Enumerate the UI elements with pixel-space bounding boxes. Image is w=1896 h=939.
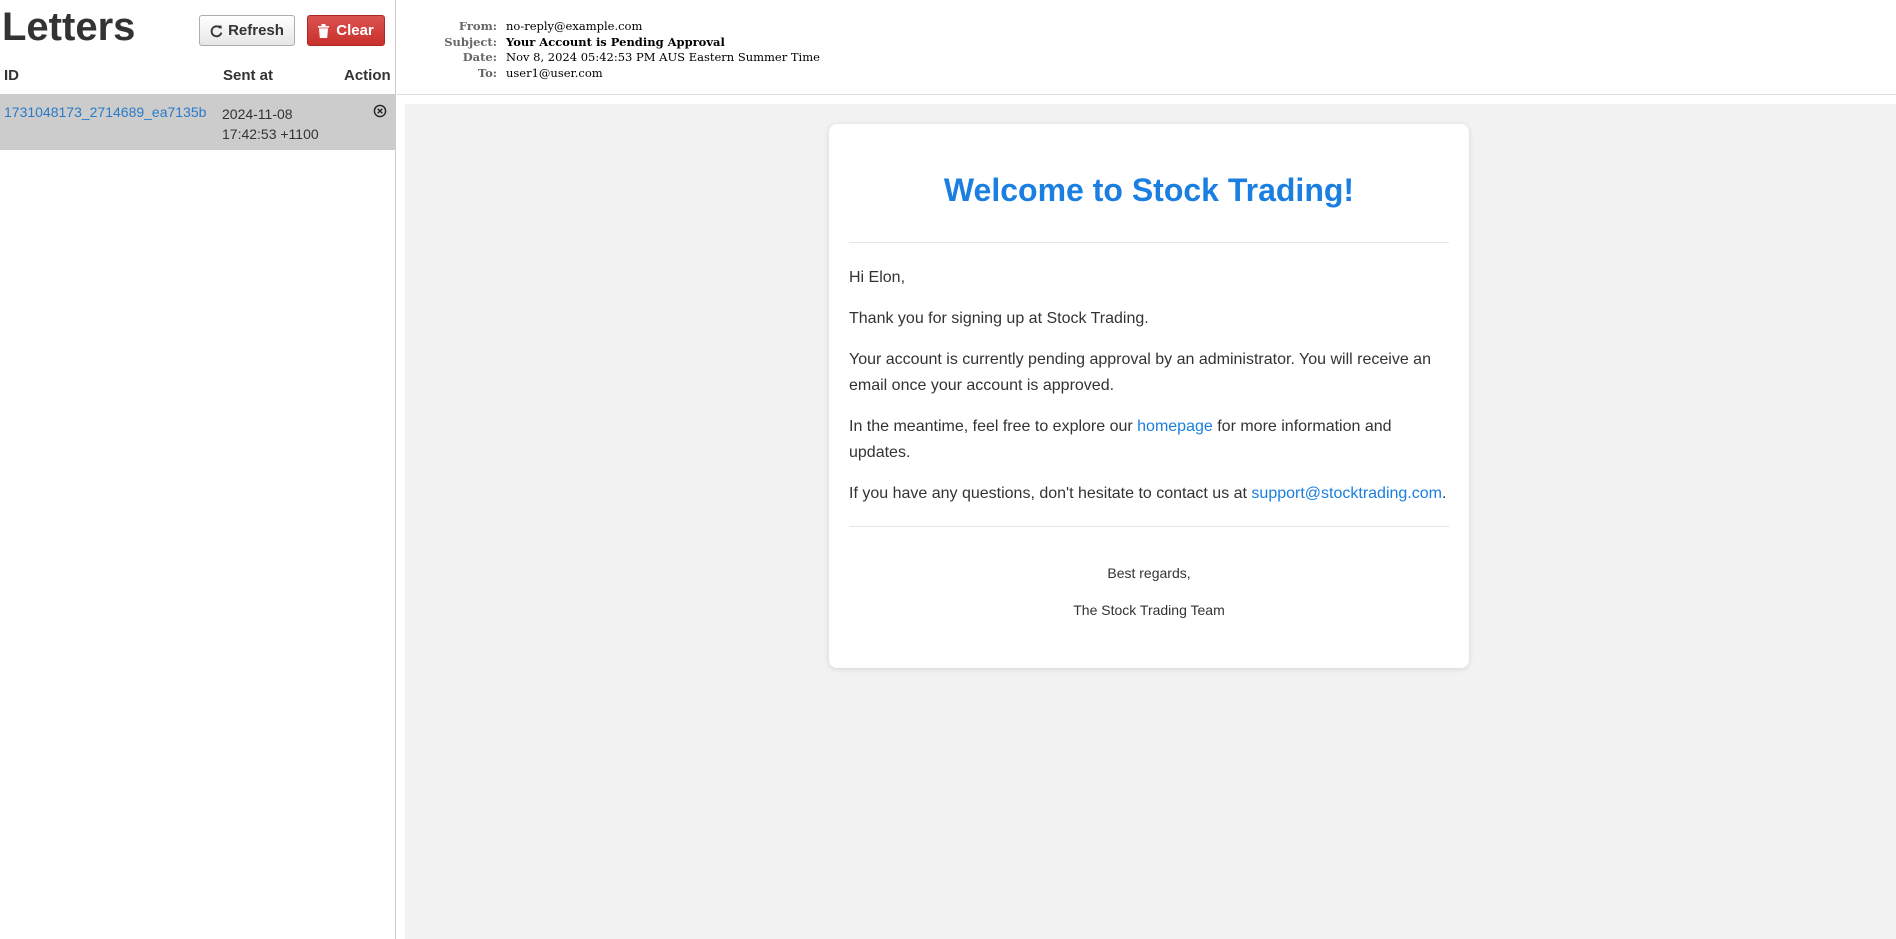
column-header-id: ID (4, 67, 19, 84)
column-header-sent-at: Sent at (223, 67, 274, 84)
email-headers: From: no-reply@example.com Subject: Your… (397, 0, 1896, 95)
header-date-label: Date: (462, 50, 497, 64)
letter-id-link[interactable]: 1731048173_2714689_ea7135b (4, 104, 206, 120)
email-paragraph-4-text: If you have any questions, don't hesitat… (849, 485, 1252, 502)
email-paragraph-1: Thank you for signing up at Stock Tradin… (849, 310, 1149, 327)
email-sign-off: Best regards, (1107, 565, 1191, 581)
email-paragraph-4-tail: . (1441, 485, 1447, 502)
email-paragraph-2: Your account is currently pending approv… (849, 351, 1431, 394)
letter-sent-time: 17:42:53 +1100 (222, 126, 319, 142)
email-signature: The Stock Trading Team (1073, 602, 1225, 618)
header-date-value: Nov 8, 2024 05:42:53 PM AUS Eastern Summ… (506, 50, 820, 64)
refresh-icon (210, 24, 223, 38)
divider (849, 242, 1449, 243)
letters-table-header: ID Sent at Action (0, 60, 395, 90)
email-footer: Best regards, The Stock Trading Team (849, 564, 1449, 619)
refresh-button[interactable]: Refresh (199, 15, 295, 46)
column-header-action: Action (344, 67, 391, 84)
letters-sidebar: Letters Refresh Clear ID Sent at Action … (0, 0, 396, 939)
header-subject-row: Subject: Your Account is Pending Approva… (397, 35, 1797, 51)
trash-icon (318, 23, 331, 38)
refresh-label: Refresh (228, 22, 284, 39)
app-title: Letters (2, 5, 136, 49)
clear-button[interactable]: Clear (307, 15, 385, 46)
header-subject-value: Your Account is Pending Approval (506, 35, 725, 49)
header-subject-label: Subject: (444, 35, 497, 49)
email-paragraph-3-text: In the meantime, feel free to explore ou… (849, 418, 1138, 435)
header-date-row: Date: Nov 8, 2024 05:42:53 PM AUS Easter… (397, 50, 1797, 66)
homepage-link[interactable]: homepage (1137, 418, 1213, 435)
header-to-label: To: (477, 66, 497, 80)
email-paragraph-3: In the meantime, feel free to explore ou… (849, 414, 1449, 466)
header-from-label: From: (458, 19, 497, 33)
header-to-value: user1@user.com (506, 66, 603, 80)
remove-circle-icon[interactable] (373, 104, 387, 118)
clear-label: Clear (336, 22, 374, 39)
email-preview: Welcome to Stock Trading! Hi Elon, Thank… (405, 104, 1896, 939)
email-card: Welcome to Stock Trading! Hi Elon, Thank… (829, 124, 1469, 668)
header-from-row: From: no-reply@example.com (397, 19, 1797, 35)
support-email-link[interactable]: support@stocktrading.com (1251, 485, 1442, 502)
divider (849, 526, 1449, 527)
letter-sent-at: 2024-11-08 17:42:53 +1100 (222, 104, 332, 144)
email-greeting: Hi Elon, (849, 269, 906, 286)
table-row[interactable]: 1731048173_2714689_ea7135b 2024-11-08 17… (0, 94, 395, 150)
email-paragraph-4: If you have any questions, don't hesitat… (849, 481, 1449, 507)
letter-sent-date: 2024-11-08 (222, 106, 293, 122)
header-from-value: no-reply@example.com (506, 19, 643, 33)
header-to-row: To: user1@user.com (397, 66, 1797, 82)
email-heading: Welcome to Stock Trading! (943, 172, 1355, 208)
